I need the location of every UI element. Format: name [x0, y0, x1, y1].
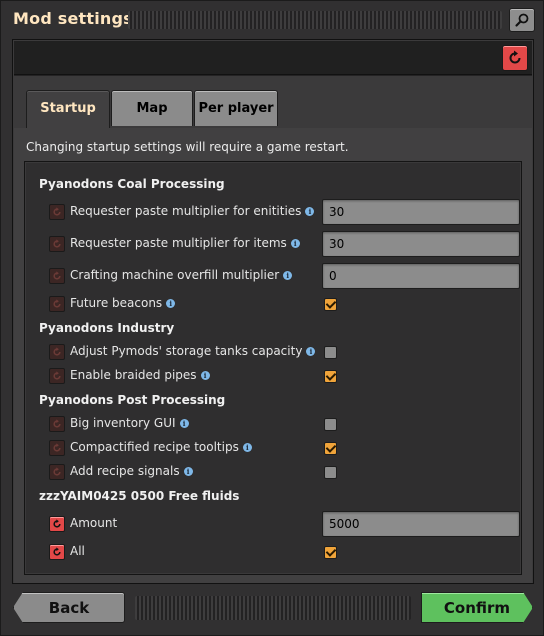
- reset-icon: [53, 419, 61, 428]
- reset-icon: [53, 299, 61, 308]
- tab-strip: Startup Map Per player: [14, 76, 532, 128]
- setting-label: Future beacons i: [70, 296, 176, 310]
- info-icon[interactable]: i: [305, 207, 315, 216]
- setting-label: Requester paste multiplier for enitities…: [70, 204, 315, 218]
- reset-setting-button[interactable]: [49, 416, 65, 432]
- group-heading: Pyanodons Industry: [39, 321, 175, 335]
- reset-setting-button[interactable]: [49, 516, 65, 532]
- tab-map[interactable]: Map: [111, 90, 193, 126]
- reset-setting-button[interactable]: [49, 464, 65, 480]
- setting-value-input[interactable]: [322, 231, 520, 257]
- setting-value-input[interactable]: [322, 199, 520, 225]
- group-heading: Pyanodons Post Processing: [39, 393, 226, 407]
- setting-checkbox[interactable]: [324, 466, 337, 479]
- setting-label: Amount: [70, 516, 118, 530]
- tab-content: Changing startup settings will require a…: [14, 128, 532, 583]
- reset-icon: [53, 443, 61, 452]
- setting-row: All: [49, 540, 519, 564]
- setting-row: Amount: [49, 511, 520, 537]
- setting-row: Compactified recipe tooltips i: [49, 436, 519, 460]
- tab-per-player[interactable]: Per player: [194, 90, 278, 126]
- reset-setting-button[interactable]: [49, 344, 65, 360]
- search-icon: [515, 13, 529, 27]
- restart-note: Changing startup settings will require a…: [26, 140, 349, 154]
- setting-row: Adjust Pymods' storage tanks capacity i: [49, 340, 519, 364]
- setting-label: Enable braided pipes i: [70, 368, 210, 382]
- setting-checkbox[interactable]: [324, 298, 337, 311]
- setting-row: Crafting machine overfill multiplier i: [49, 263, 520, 289]
- info-icon[interactable]: i: [200, 371, 210, 380]
- reset-all-button[interactable]: [502, 45, 528, 71]
- reset-setting-button[interactable]: [49, 440, 65, 456]
- info-icon[interactable]: i: [179, 419, 189, 428]
- setting-checkbox[interactable]: [324, 346, 337, 359]
- info-icon[interactable]: i: [166, 299, 176, 308]
- info-icon[interactable]: i: [183, 467, 193, 476]
- info-icon[interactable]: i: [290, 239, 300, 248]
- title-drag-handle[interactable]: [128, 11, 502, 29]
- setting-value-input[interactable]: [322, 263, 520, 289]
- setting-label: Requester paste multiplier for items i: [70, 236, 300, 250]
- reset-icon: [53, 207, 61, 216]
- setting-row: Big inventory GUI i: [49, 412, 519, 436]
- window-title: Mod settings: [13, 9, 133, 28]
- reset-icon: [509, 50, 521, 64]
- setting-checkbox[interactable]: [324, 370, 337, 383]
- info-icon[interactable]: i: [242, 443, 252, 452]
- setting-checkbox[interactable]: [324, 418, 337, 431]
- setting-row: Future beacons i: [49, 292, 519, 316]
- setting-row: Requester paste multiplier for enitities…: [49, 199, 520, 225]
- setting-label: Adjust Pymods' storage tanks capacity i: [70, 344, 316, 358]
- tab-startup[interactable]: Startup: [26, 90, 110, 128]
- search-button[interactable]: [509, 8, 535, 32]
- group-heading: Pyanodons Coal Processing: [39, 177, 225, 191]
- setting-value-input[interactable]: [322, 511, 520, 537]
- settings-panel: Pyanodons Coal Processing Requester past…: [24, 161, 522, 575]
- setting-label: Add recipe signals i: [70, 464, 193, 478]
- group-heading: zzzYAIM0425 0500 Free fluids: [39, 489, 240, 503]
- reset-icon: [53, 467, 61, 476]
- reset-icon: [53, 239, 61, 248]
- setting-label: Big inventory GUI i: [70, 416, 189, 430]
- reset-icon: [53, 519, 61, 528]
- back-button[interactable]: Back: [13, 592, 125, 623]
- setting-label: Compactified recipe tooltips i: [70, 440, 252, 454]
- footer-drag-handle[interactable]: [135, 596, 411, 620]
- info-icon[interactable]: i: [283, 271, 293, 280]
- toolbar-row: [14, 41, 532, 75]
- setting-checkbox[interactable]: [324, 546, 337, 559]
- reset-icon: [53, 271, 61, 280]
- reset-icon: [53, 371, 61, 380]
- mod-settings-window: Mod settings Startup Map Per player Chan…: [0, 0, 544, 636]
- setting-checkbox[interactable]: [324, 442, 337, 455]
- reset-setting-button[interactable]: [49, 544, 65, 560]
- setting-label: All: [70, 544, 85, 558]
- title-bar: Mod settings: [1, 1, 544, 39]
- reset-setting-button[interactable]: [49, 368, 65, 384]
- setting-row: Enable braided pipes i: [49, 364, 519, 388]
- setting-label: Crafting machine overfill multiplier i: [70, 268, 293, 282]
- reset-icon: [53, 547, 61, 556]
- confirm-button[interactable]: Confirm: [421, 592, 533, 623]
- reset-setting-button[interactable]: [49, 236, 65, 252]
- reset-setting-button[interactable]: [49, 296, 65, 312]
- setting-row: Requester paste multiplier for items i: [49, 231, 520, 257]
- reset-icon: [53, 347, 61, 356]
- info-icon[interactable]: i: [306, 347, 316, 356]
- settings-frame: Startup Map Per player Changing startup …: [12, 39, 534, 584]
- setting-row: Add recipe signals i: [49, 460, 519, 484]
- footer-bar: Back Confirm: [1, 585, 544, 636]
- reset-setting-button[interactable]: [49, 268, 65, 284]
- reset-setting-button[interactable]: [49, 204, 65, 220]
